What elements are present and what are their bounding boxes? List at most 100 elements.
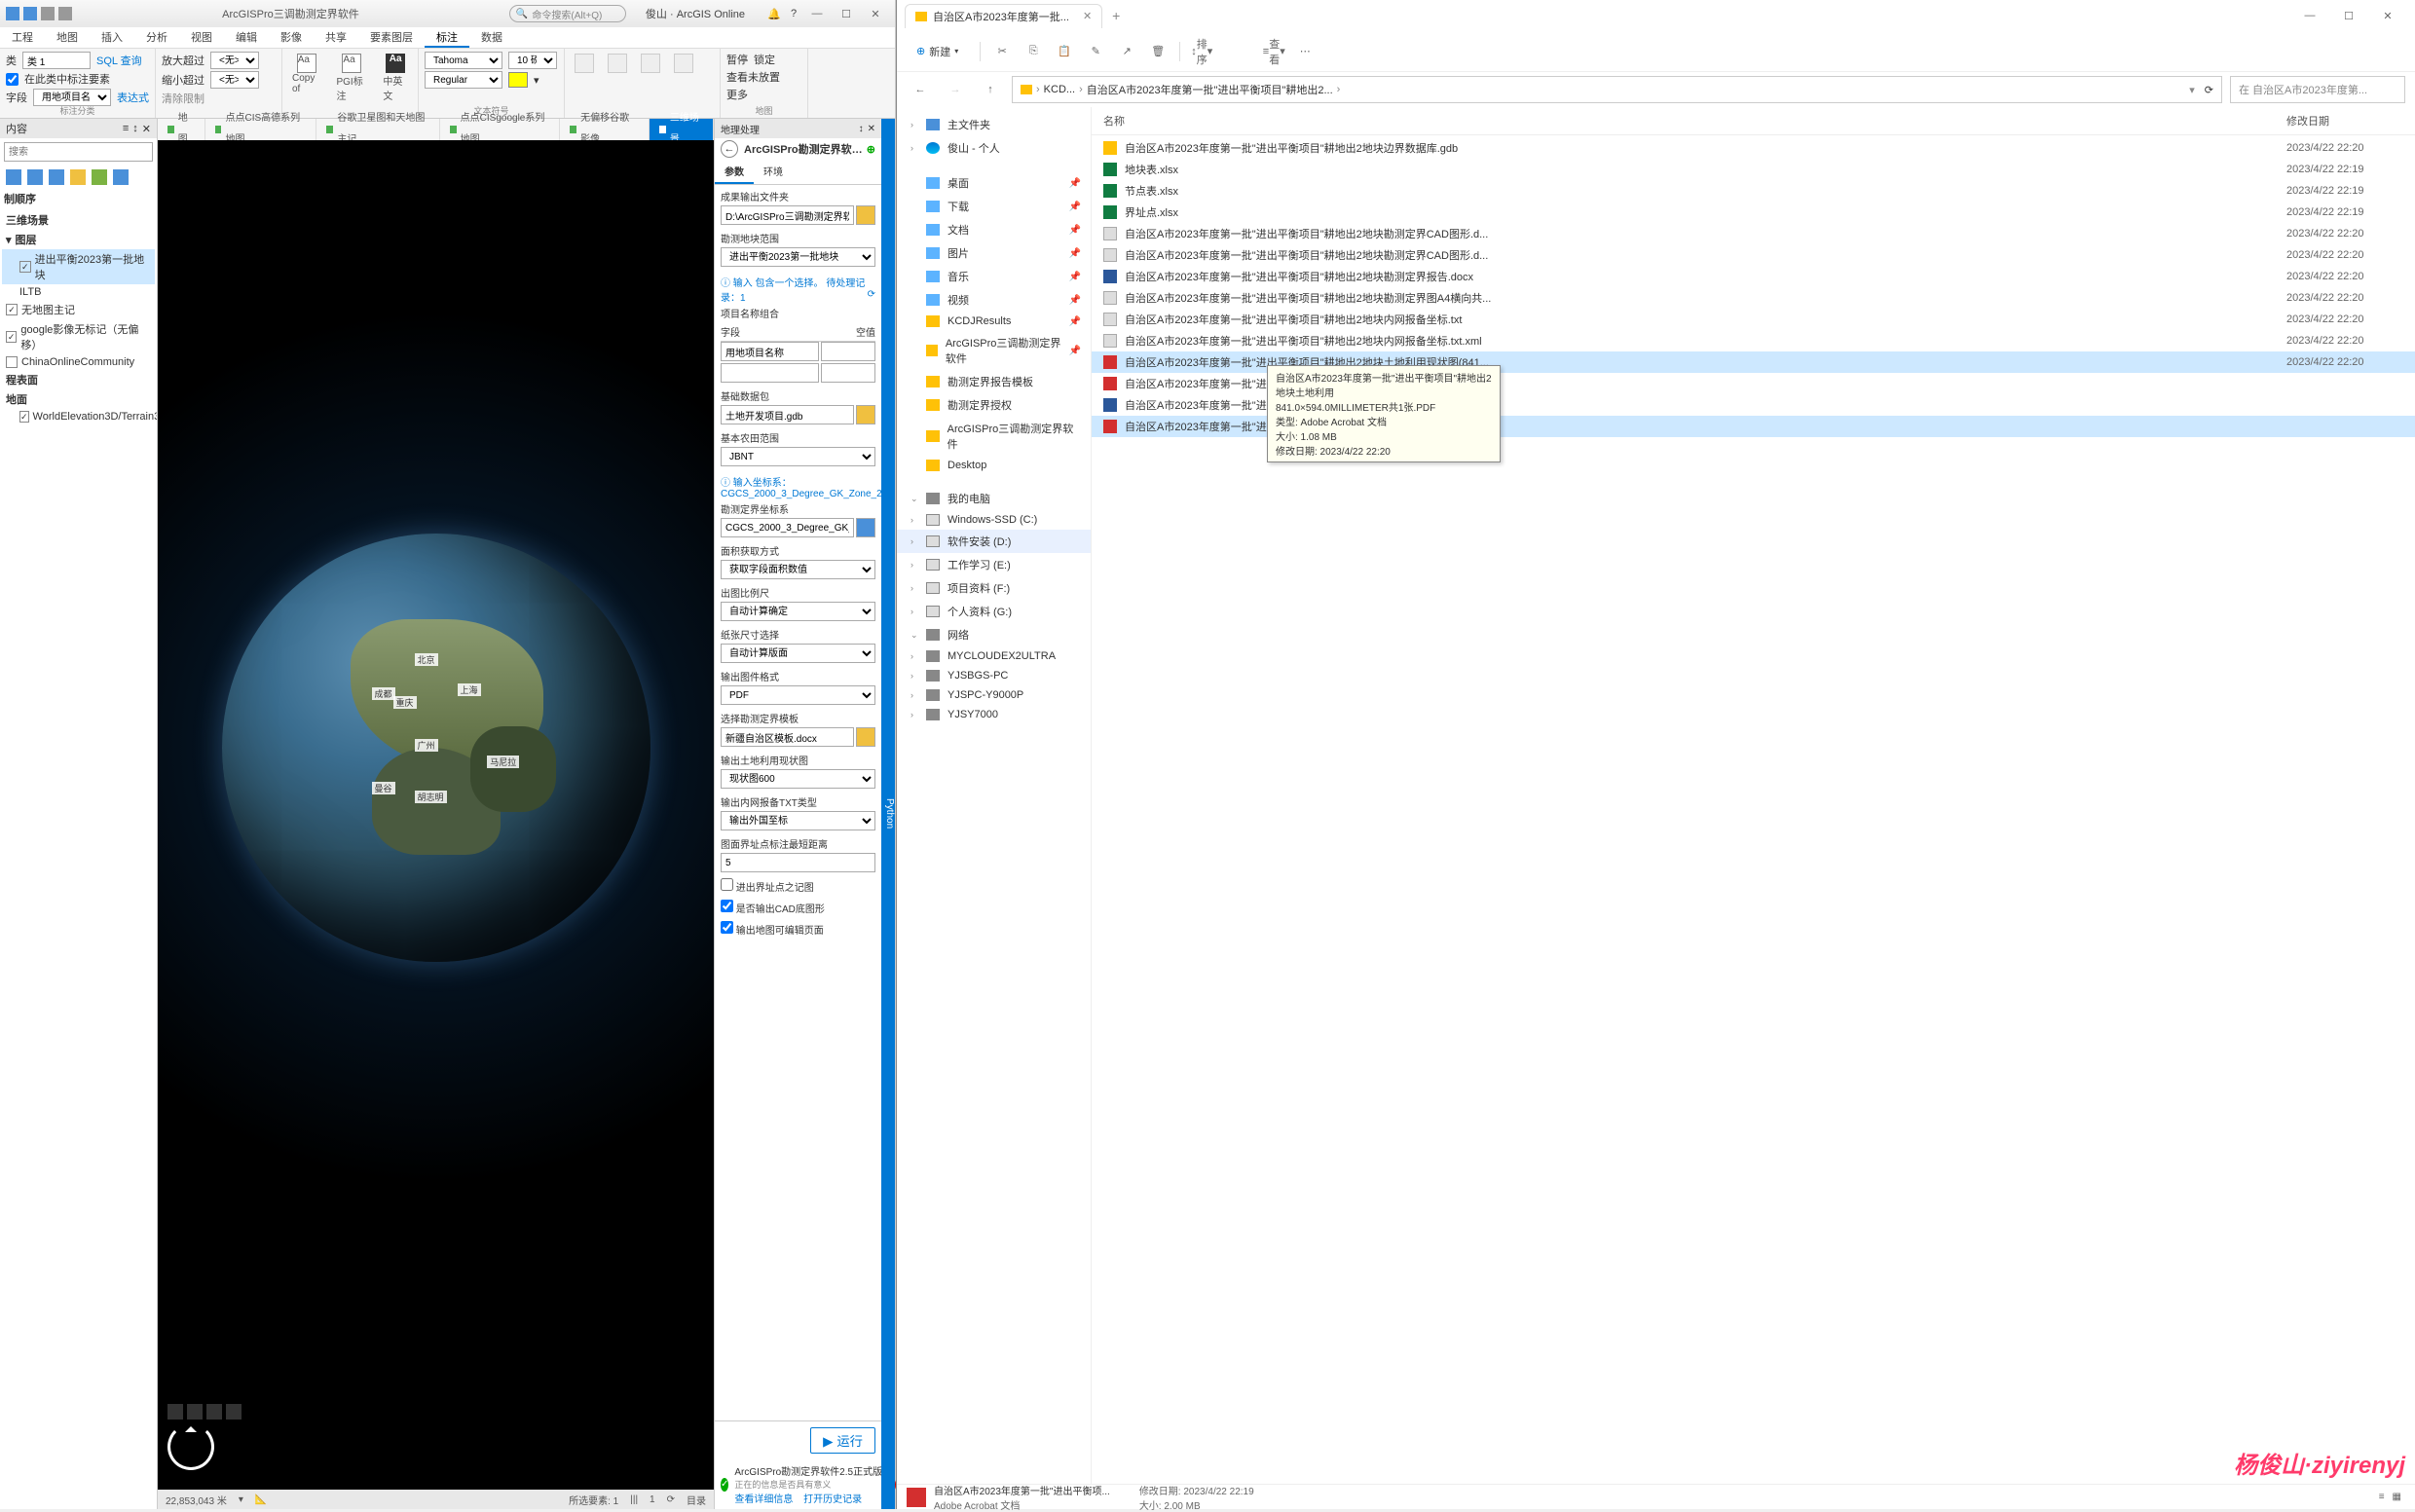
gp-out-folder-input[interactable] xyxy=(721,205,854,225)
chinese-style-btn[interactable]: Aa中英文 xyxy=(379,52,412,104)
toc-item-5[interactable]: google影像无标记（无偏移） xyxy=(2,319,155,354)
sidebar-item-Desktop[interactable]: Desktop xyxy=(897,456,1091,475)
layer-checkbox[interactable] xyxy=(19,411,29,423)
sidebar-item-音乐[interactable]: 音乐📌 xyxy=(897,265,1091,288)
scene-view[interactable]: 北京 上海 重庆 成都 广州 马尼拉 胡志明 曼谷 xyxy=(158,140,714,1490)
file-row[interactable]: 节点表.xlsx2023/4/22 22:19 xyxy=(1092,180,2415,202)
minimize-button[interactable]: — xyxy=(803,4,831,23)
refresh-icon[interactable]: ⟳ xyxy=(667,1494,675,1505)
command-search[interactable]: 🔍 命令搜索(Alt+Q) xyxy=(509,5,626,22)
pin-icon[interactable]: 📌 xyxy=(1069,295,1081,306)
expand-icon[interactable]: ▾ xyxy=(6,234,12,246)
gp-chk1[interactable] xyxy=(721,878,733,891)
font-name-select[interactable]: Tahoma xyxy=(425,52,502,69)
crumb-1[interactable]: 自治区A市2023年度第一批"进出平衡项目"耕地出2... xyxy=(1087,82,1333,97)
scale-icon[interactable]: 📐 xyxy=(255,1494,267,1505)
refresh-icon[interactable]: ⟳ xyxy=(2205,84,2213,96)
chevron-icon[interactable]: ⌄ xyxy=(910,494,918,504)
browse-icon[interactable] xyxy=(856,727,875,747)
ribbon-tab-4[interactable]: 视图 xyxy=(179,27,224,48)
forward-button[interactable]: → xyxy=(942,76,969,103)
gp-dist-input[interactable] xyxy=(721,853,875,872)
sidebar-item-ArcGISPro三调勘测定界软件[interactable]: ArcGISPro三调勘测定界软件📌 xyxy=(897,331,1091,370)
pin-icon[interactable]: 📌 xyxy=(1069,272,1081,282)
gp-refresh-icon[interactable]: ⟳ xyxy=(868,289,875,300)
pause-btn[interactable]: 暂停 xyxy=(726,52,748,67)
chevron-icon[interactable]: › xyxy=(910,607,913,616)
chevron-icon[interactable]: › xyxy=(910,120,913,129)
toc-item-0[interactable]: 三维场景 xyxy=(2,210,155,230)
toc-search[interactable] xyxy=(4,142,153,162)
clear-limit-btn[interactable]: 清除限制 xyxy=(162,91,204,106)
layer-checkbox[interactable] xyxy=(6,331,17,343)
list-by-drawing-icon[interactable] xyxy=(6,169,21,185)
pgi-style-btn[interactable]: AaPGI标注 xyxy=(332,52,371,104)
sidebar-item-软件安装 (D:)[interactable]: ›软件安装 (D:) xyxy=(897,530,1091,553)
pin-icon[interactable]: 📌 xyxy=(1069,346,1081,356)
coords-dropdown-icon[interactable]: ▾ xyxy=(239,1494,243,1505)
toc-item-1[interactable]: ▾图层 xyxy=(2,230,155,249)
up-button[interactable]: ↑ xyxy=(977,76,1004,103)
gp-cs-input[interactable] xyxy=(721,518,854,537)
chevron-icon[interactable]: › xyxy=(910,690,913,700)
paste-icon[interactable]: 📋 xyxy=(1055,42,1074,61)
selection-count[interactable]: 所选要素: 1 xyxy=(569,1493,618,1507)
maximize-button[interactable]: ☐ xyxy=(2329,2,2368,29)
gp-paper-select[interactable]: 自动计算版面 xyxy=(721,644,875,663)
compass-icon[interactable] xyxy=(167,1423,214,1470)
ribbon-tab-8[interactable]: 要素图层 xyxy=(358,27,425,48)
new-tab-button[interactable]: + xyxy=(1102,8,1130,23)
toc-item-2[interactable]: 进出平衡2023第一批地块 xyxy=(2,249,155,284)
map-tab-2[interactable]: 谷歌卫星图和天地图主记 xyxy=(316,119,439,140)
qat-redo-icon[interactable] xyxy=(58,7,72,20)
list-by-label-icon[interactable] xyxy=(113,169,129,185)
nav-full-extent-icon[interactable] xyxy=(167,1404,183,1420)
ribbon-tab-5[interactable]: 编辑 xyxy=(224,27,269,48)
chevron-icon[interactable]: › xyxy=(910,671,913,681)
explorer-search[interactable]: 在 自治区A市2023年度第... xyxy=(2230,76,2405,103)
col-date[interactable]: 修改日期 xyxy=(2286,113,2403,129)
globe-icon[interactable] xyxy=(856,518,875,537)
file-row[interactable]: 地块表.xlsx2023/4/22 22:19 xyxy=(1092,159,2415,180)
chevron-icon[interactable]: › xyxy=(910,583,913,593)
chevron-icon[interactable]: › xyxy=(910,651,913,661)
sidebar-item-勘测定界报告模板[interactable]: 勘测定界报告模板 xyxy=(897,370,1091,393)
rename-icon[interactable]: ✎ xyxy=(1086,42,1105,61)
browse-icon[interactable] xyxy=(856,205,875,225)
nav-zoom-out-icon[interactable] xyxy=(206,1404,222,1420)
sidebar-item-俊山 - 个人[interactable]: ›俊山 - 个人 xyxy=(897,136,1091,160)
share-icon[interactable]: ↗ xyxy=(1117,42,1136,61)
map-tab-3[interactable]: 点点CISgoogle系列地图 xyxy=(440,119,561,140)
nav-pan-icon[interactable] xyxy=(226,1404,242,1420)
gp-add-icon[interactable]: ⊕ xyxy=(867,143,875,156)
font-more-btn[interactable]: ▾ xyxy=(534,74,539,87)
sidebar-item-Windows-SSD (C:)[interactable]: ›Windows-SSD (C:) xyxy=(897,510,1091,530)
python-tab[interactable]: Python xyxy=(881,119,895,1509)
scale-in-select[interactable]: <无> xyxy=(210,71,259,89)
crumb-0[interactable]: KCD... xyxy=(1044,84,1075,95)
list-by-editing-icon[interactable] xyxy=(70,169,86,185)
thumb-view-icon[interactable]: ▦ xyxy=(2389,1488,2405,1506)
gp-close-icon[interactable]: ✕ xyxy=(868,124,875,134)
notify-icon[interactable]: 🔔 xyxy=(764,8,784,20)
catalog-tab[interactable]: 目录 xyxy=(687,1493,706,1507)
ribbon-tab-0[interactable]: 工程 xyxy=(0,27,45,48)
sidebar-item-YJSBGS-PC[interactable]: ›YJSBGS-PC xyxy=(897,666,1091,685)
gp-txt-select[interactable]: 输出外国至标 xyxy=(721,811,875,830)
address-box[interactable]: › KCD... › 自治区A市2023年度第一批"进出平衡项目"耕地出2...… xyxy=(1012,76,2222,103)
sidebar-item-MYCLOUDEX2ULTRA[interactable]: ›MYCLOUDEX2ULTRA xyxy=(897,646,1091,666)
gp-area-select[interactable]: 获取字段面积数值 xyxy=(721,560,875,579)
gp-farm-select[interactable]: JBNT xyxy=(721,447,875,466)
sidebar-item-项目资料 (F:)[interactable]: ›项目资料 (F:) xyxy=(897,576,1091,600)
panel-menu-icon[interactable]: ≡ xyxy=(123,123,129,135)
cut-icon[interactable]: ✂ xyxy=(992,42,1012,61)
panel-float-icon[interactable]: ↕ xyxy=(132,123,138,135)
list-by-selection-icon[interactable] xyxy=(49,169,64,185)
chevron-icon[interactable]: › xyxy=(910,710,913,719)
map-tab-1[interactable]: 点点CIS高德系列地图 xyxy=(205,119,317,140)
gp-float-icon[interactable]: ↕ xyxy=(859,124,864,134)
pin-icon[interactable]: 📌 xyxy=(1069,178,1081,189)
chevron-icon[interactable]: › xyxy=(910,143,913,153)
list-by-snap-icon[interactable] xyxy=(92,169,107,185)
map-tab-4[interactable]: 无偏移谷歌影像 xyxy=(560,119,650,140)
